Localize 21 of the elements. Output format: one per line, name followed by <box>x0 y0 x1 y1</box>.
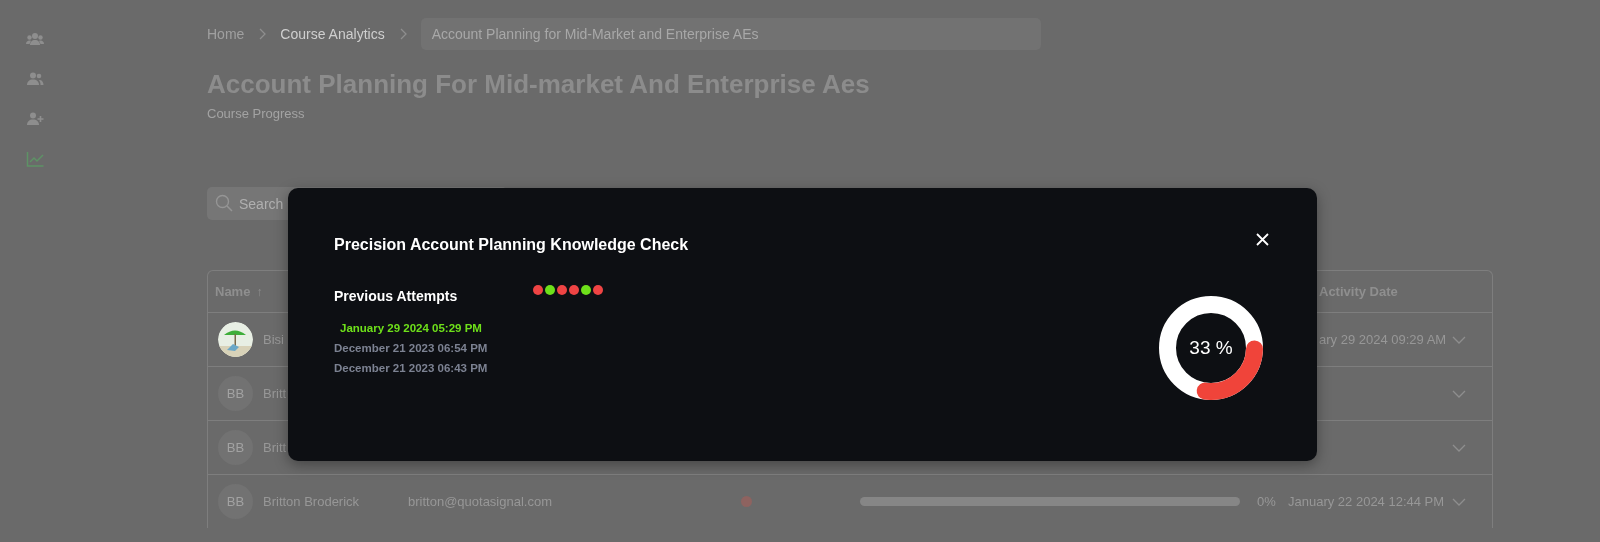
chevron-down-icon[interactable] <box>1452 335 1466 344</box>
users-icon[interactable] <box>26 71 44 87</box>
sort-arrow[interactable]: ↑ <box>256 284 263 299</box>
chevron-down-icon[interactable] <box>1452 497 1466 506</box>
breadcrumb-link[interactable]: Course Analytics <box>280 26 385 42</box>
score-label: 33 % <box>1189 337 1233 359</box>
chevron-down-icon[interactable] <box>1452 443 1466 452</box>
search-icon <box>215 194 233 212</box>
line-chart-icon[interactable] <box>26 151 44 167</box>
chevron-right-icon <box>258 28 267 40</box>
close-icon[interactable] <box>1256 233 1269 246</box>
chevron-right-icon <box>398 28 407 40</box>
chevron-down-icon[interactable] <box>1452 389 1466 398</box>
add-user-icon[interactable] <box>26 111 44 127</box>
modal-title: Precision Account Planning Knowledge Check <box>334 236 689 254</box>
page-subtitle: Course Progress <box>207 106 306 121</box>
group-icon[interactable] <box>26 31 44 47</box>
attempt-date[interactable]: December 21 2023 06:54 PM <box>334 338 533 358</box>
attempt-date[interactable]: December 21 2023 06:43 PM <box>334 358 533 378</box>
section-title: Previous Attempts <box>334 288 459 304</box>
attempt-date[interactable]: January 29 2024 05:29 PM <box>334 318 533 338</box>
